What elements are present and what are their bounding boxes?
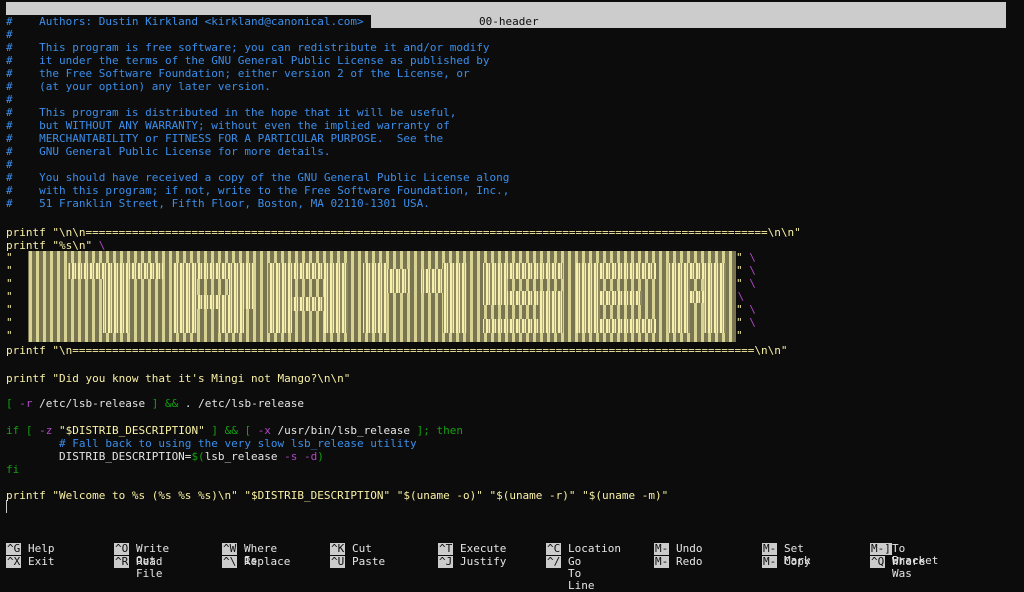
shortcut-label: Execute: [460, 542, 507, 555]
shortcut-label: Copy: [784, 555, 811, 568]
comment-line[interactable]: # it under the terms of the GNU General …: [6, 54, 489, 67]
shortcut-key: ^W: [222, 542, 238, 555]
banner-art-graphic: [28, 251, 736, 342]
comment-line[interactable]: # GNU General Public License for more de…: [6, 145, 331, 158]
code-line-printf-open[interactable]: printf "\n\n============================…: [6, 226, 801, 239]
art-quote-open: ": [6, 290, 13, 303]
comment-line[interactable]: # the Free Software Foundation; either v…: [6, 67, 470, 80]
art-quote-close: " \: [736, 316, 756, 329]
comment-line[interactable]: # with this program; if not, write to th…: [6, 184, 509, 197]
title-bar: GNU nano 7.2 00-header: [6, 2, 1006, 41]
shortcut-label: Location: [568, 542, 621, 555]
shortcut-key: ^K: [330, 542, 346, 555]
art-quote-open: ": [6, 264, 13, 277]
art-quote-close: " \: [736, 303, 756, 316]
art-quote-open: ": [6, 303, 13, 316]
art-quote-open: ": [6, 316, 13, 329]
comment-line[interactable]: # This program is distributed in the hop…: [6, 106, 456, 119]
code-line-printf-close[interactable]: printf "\n==============================…: [6, 344, 787, 357]
shortcut-label: Cut: [352, 542, 372, 555]
shortcut-label: Go To Line: [568, 555, 595, 592]
ascii-art-banner: [28, 251, 736, 342]
shortcut-key: ^X: [6, 555, 22, 568]
comment-line[interactable]: #: [6, 28, 13, 41]
shortcut-label: Paste: [352, 555, 386, 568]
shortcut-label: Replace: [244, 555, 291, 568]
comment-line[interactable]: # MERCHANTABILITY or FITNESS FOR A PARTI…: [6, 132, 443, 145]
header-strip: 00-header: [371, 15, 1006, 28]
shortcut-key: ^Q: [870, 555, 886, 568]
shortcut-key: M-]: [870, 542, 892, 555]
art-quote-close: " \: [736, 251, 756, 264]
shortcut-key: ^T: [438, 542, 454, 555]
code-line-lsb-source[interactable]: [ -r /etc/lsb-release ] && . /etc/lsb-re…: [6, 397, 304, 410]
art-quote-open: ": [6, 251, 13, 264]
code-line-comment-fallback[interactable]: # Fall back to using the very slow lsb_r…: [6, 437, 417, 450]
shortcut-label: Where Was: [892, 555, 926, 580]
shortcut-key: ^J: [438, 555, 454, 568]
shortcut-key: M-E: [654, 555, 670, 580]
shortcut-key: M-6: [762, 555, 778, 580]
shortcut-label: Undo: [676, 542, 703, 555]
shortcut-key: M-A: [762, 542, 778, 567]
shortcut-key: ^U: [330, 555, 346, 568]
shortcut-key: ^G: [6, 542, 22, 555]
comment-line[interactable]: # Authors: Dustin Kirkland <kirkland@can…: [6, 15, 364, 28]
comment-line[interactable]: #: [6, 158, 13, 171]
code-line-mingi[interactable]: printf "Did you know that it's Mingi not…: [6, 372, 350, 385]
shortcut-bar: ^G Help ^X Exit ^O Write Out ^R Read File ^W Wher…: [6, 542, 1016, 592]
comment-line[interactable]: # but WITHOUT ANY WARRANTY; without even…: [6, 119, 450, 132]
code-line-welcome[interactable]: printf "Welcome to %s (%s %s %s)\n" "$DI…: [6, 489, 668, 502]
art-quote-close: " \: [736, 277, 756, 290]
code-line-if[interactable]: if [ -z "$DISTRIB_DESCRIPTION" ] && [ -x…: [6, 424, 463, 437]
text-cursor: [6, 500, 7, 513]
art-quote-close: ": [736, 329, 743, 342]
shortcut-key: ^C: [546, 542, 562, 555]
shortcut-key: ^O: [114, 542, 130, 555]
art-quote-open: ": [6, 277, 13, 290]
comment-line[interactable]: # 51 Franklin Street, Fifth Floor, Bosto…: [6, 197, 430, 210]
shortcut-label: Redo: [676, 555, 703, 568]
comment-line[interactable]: # (at your option) any later version.: [6, 80, 271, 93]
file-name: 00-header: [472, 28, 532, 41]
shortcut-label: Exit: [28, 555, 55, 568]
shortcut-key: ^\: [222, 555, 238, 568]
shortcut-label: Read File: [136, 555, 163, 580]
shortcut-label: Help: [28, 542, 55, 555]
code-line-fi[interactable]: fi: [6, 463, 19, 476]
art-quote-close: " \: [736, 264, 756, 277]
code-line-assign[interactable]: DISTRIB_DESCRIPTION=$(lsb_release -s -d): [6, 450, 324, 463]
shortcut-key: M-U: [654, 542, 670, 567]
comment-line[interactable]: # You should have received a copy of the…: [6, 171, 509, 184]
comment-line[interactable]: # This program is free software; you can…: [6, 41, 489, 54]
comment-line[interactable]: #: [6, 93, 13, 106]
shortcut-key: ^R: [114, 555, 130, 568]
shortcut-label: Justify: [460, 555, 507, 568]
art-quote-open: ": [6, 329, 13, 342]
shortcut-key: ^/: [546, 555, 562, 568]
